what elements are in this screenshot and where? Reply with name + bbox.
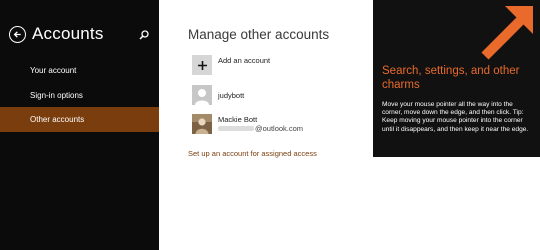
account-name: Mackie Bott	[218, 115, 258, 124]
page-title: Accounts	[32, 24, 104, 43]
account-item-judybott[interactable]: judybott	[192, 85, 244, 105]
back-button[interactable]	[9, 25, 26, 43]
charms-tip-panel: Search, settings, and other charms Move …	[373, 0, 540, 157]
sidebar-item-sign-in-options[interactable]: Sign-in options	[0, 83, 159, 108]
search-button[interactable]	[138, 28, 150, 40]
back-arrow-icon	[13, 30, 21, 38]
add-account-button[interactable]: Add an account	[192, 55, 270, 75]
account-email-suffix: @outlook.com	[255, 124, 304, 133]
user-photo	[192, 114, 212, 134]
sidebar-item-other-accounts[interactable]: Other accounts	[0, 107, 159, 132]
redacted-email-prefix	[218, 126, 254, 131]
account-name: judybott	[218, 90, 245, 100]
sidebar-header: Accounts	[9, 23, 104, 45]
section-title: Manage other accounts	[188, 27, 330, 42]
add-account-label: Add an account	[218, 56, 271, 65]
sidebar: Accounts Your account Sign-in options Ot…	[0, 0, 159, 250]
assigned-access-link[interactable]: Set up an account for assigned access	[188, 149, 317, 158]
account-email: @outlook.com	[218, 124, 303, 133]
corner-arrow-icon	[481, 6, 533, 60]
user-silhouette-icon	[192, 85, 212, 105]
plus-icon	[197, 60, 207, 70]
sidebar-item-your-account[interactable]: Your account	[0, 58, 159, 83]
add-account-tile	[192, 55, 212, 75]
tip-title: Search, settings, and other charms	[382, 65, 520, 91]
search-icon	[139, 30, 149, 40]
main-content: Manage other accounts Add an account jud…	[159, 0, 373, 250]
tip-body: Move your mouse pointer all the way into…	[382, 101, 529, 133]
account-item-mackie-bott[interactable]: Mackie Bott @outlook.com	[192, 114, 303, 134]
